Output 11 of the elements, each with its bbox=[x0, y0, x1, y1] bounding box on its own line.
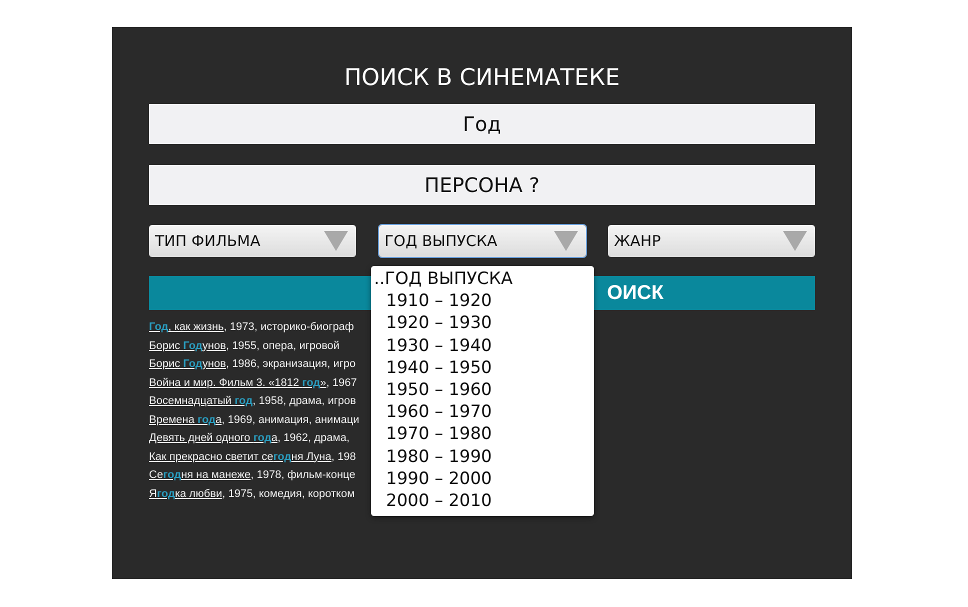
result-text: Как прекрасно светит сегодня Луна, 198 bbox=[149, 450, 356, 464]
result-text: Борис Годунов, 1955, опера, игровой bbox=[149, 338, 340, 354]
result-text: Девять дней одного года, 1962, драма, bbox=[149, 431, 350, 446]
result-text: Борис Годунов, 1986, экранизация, игро bbox=[149, 357, 356, 372]
result-text: Война и мир. Фильм 3. «1812 год», 1967 bbox=[149, 376, 357, 390]
result-text: Год, как жизнь, 1973, историко-биограф bbox=[149, 320, 354, 335]
result-text: Сегодня на манеже, 1978, фильм-конце bbox=[149, 468, 356, 483]
page-title: ПОИСК В СИНЕМАТЕКЕ bbox=[343, 65, 621, 93]
result-text: Времена года, 1969, анимация, анимаци bbox=[149, 412, 360, 428]
result-text: Восемнадцатый год, 1958, драма, игров bbox=[149, 394, 356, 409]
result-text: Ягодка любви, 1975, комедия, коротком bbox=[149, 486, 355, 502]
